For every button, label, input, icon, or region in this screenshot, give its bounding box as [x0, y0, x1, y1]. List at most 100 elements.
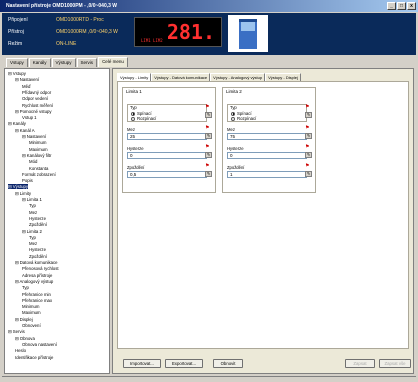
device-label: Přístroj — [8, 29, 24, 35]
write-button[interactable]: Zapsat — [345, 359, 375, 368]
tree-item[interactable]: ⊟ Limita 1 — [22, 197, 42, 202]
write-all-button[interactable]: Zapsat vše — [379, 359, 411, 368]
main-tab[interactable]: Vstupy — [6, 58, 28, 67]
tree-item[interactable]: Maximum — [22, 310, 41, 315]
tree-item[interactable]: ⊟ Pomocné vstupy — [15, 109, 52, 114]
tree-item[interactable]: ⊟ Vstupy — [8, 71, 26, 76]
tree-item[interactable]: Hysterze — [29, 216, 46, 221]
flag-icon: ⚑ — [305, 144, 310, 150]
tree-item[interactable]: Přehranice min — [22, 292, 51, 297]
device-image — [228, 15, 268, 52]
refresh-button[interactable]: Obnovit — [213, 359, 243, 368]
tree-item[interactable]: ⊟ Limity — [15, 191, 31, 196]
tree-item[interactable]: Zpoždění — [29, 222, 47, 227]
limit-input[interactable]: 75 — [227, 133, 307, 140]
edit-icon[interactable]: ✎ — [205, 171, 212, 177]
radio-breaking[interactable]: Rozpínací — [231, 116, 256, 121]
tree-item[interactable]: Měď — [22, 84, 31, 89]
type-box: Typ Spínací Rozpínací — [227, 104, 307, 122]
edit-icon[interactable]: ✎ — [305, 133, 312, 139]
tree-item[interactable]: Minimum — [29, 140, 46, 145]
tree-item[interactable]: Popis — [22, 178, 33, 183]
tree-item[interactable]: Typ — [22, 285, 29, 290]
tree-item[interactable]: ⊟ Kanál A — [15, 128, 35, 133]
main-tabs: Vstupy Kanály Výstupy Servis Celé menu — [6, 57, 128, 67]
tree-item[interactable]: Minimum — [22, 304, 39, 309]
tree-item[interactable]: ⊟ Displej — [15, 317, 33, 322]
delay-label: Zpoždění — [227, 165, 245, 170]
tree-item[interactable]: Formát zobrazení — [22, 172, 56, 177]
tree-item[interactable]: ⊟ Výstupy — [8, 184, 29, 190]
tree-item[interactable]: ⊟ Kanálový filtr — [22, 153, 51, 158]
tree-item[interactable]: Obnova nastavení — [22, 342, 57, 347]
menu-tree[interactable]: ⊟ Vstupy ⊟ Nastavení Měď Přídavný odpor Odpo… — [4, 68, 110, 374]
import-button[interactable]: Importovat... — [123, 359, 161, 368]
tree-item[interactable]: ⊟ Nastavení — [15, 77, 39, 82]
tree-item[interactable]: Hysterze — [29, 247, 46, 252]
tree-item[interactable]: Odpor vedení — [22, 96, 48, 101]
flag-icon: ⚑ — [305, 104, 310, 110]
tree-item[interactable]: ⊟ Nastavení — [22, 134, 46, 139]
main-tab[interactable]: Kanály — [28, 58, 51, 67]
tree-item[interactable]: Přehranice max — [22, 298, 52, 303]
limits-panel: Limita 1 Typ Spínací Rozpínací ⚑ ✎ Mez 2… — [117, 81, 409, 349]
edit-icon[interactable]: ✎ — [305, 171, 312, 177]
limit-label: Mez — [127, 127, 135, 132]
delay-input[interactable]: 0,5 — [127, 171, 207, 178]
close-button[interactable]: x — [407, 2, 416, 10]
maximize-button[interactable]: □ — [397, 2, 406, 10]
tree-item[interactable]: Typ — [29, 203, 36, 208]
tree-item[interactable]: Přenosová rychlost — [22, 266, 59, 271]
tree-item[interactable]: Vstup 1 — [22, 115, 37, 120]
radio-icon — [131, 116, 135, 121]
export-button[interactable]: Exportovat... — [165, 359, 203, 368]
edit-icon[interactable]: ✎ — [305, 112, 312, 118]
tree-item[interactable]: ⊟ Obnova — [15, 336, 35, 341]
flag-icon: ⚑ — [205, 125, 210, 131]
tree-item[interactable]: Obnovení — [22, 323, 41, 328]
edit-icon[interactable]: ✎ — [205, 112, 212, 118]
tree-item[interactable]: Maximum — [29, 147, 48, 152]
sub-tab[interactable]: Výstupy - Datová komunikace — [151, 73, 211, 81]
device-header: Připojení OMD1000RTD - Proc Přístroj OMD… — [2, 13, 416, 55]
tree-item[interactable]: Přídavný odpor — [22, 90, 51, 95]
tree-item[interactable]: ⊟ Analogový výstup — [15, 279, 53, 284]
connection-label: Připojení — [8, 17, 28, 23]
tree-item[interactable]: ⊟ Limita 2 — [22, 229, 42, 234]
tree-item[interactable]: ⊟ Datová komunikace — [15, 260, 58, 265]
hysteresis-input[interactable]: 0 — [227, 152, 307, 159]
tree-item[interactable]: Typ — [29, 235, 36, 240]
tree-item[interactable]: Identifikace přístroje — [15, 355, 53, 360]
main-tab[interactable]: Servis — [76, 58, 98, 67]
tree-item[interactable]: Adresa přístroje — [22, 273, 52, 278]
radio-label: Rozpínací — [237, 116, 257, 121]
limit-group: Limita 1 Typ Spínací Rozpínací ⚑ ✎ Mez 2… — [122, 87, 216, 193]
radio-breaking[interactable]: Rozpínací — [131, 116, 156, 121]
device-value: OMD1000RM ,0/0~040,3 W — [56, 29, 118, 35]
radio-icon — [231, 111, 235, 116]
delay-label: Zpoždění — [127, 165, 145, 170]
tree-item[interactable]: Mez — [29, 241, 37, 246]
minimize-button[interactable]: _ — [387, 2, 396, 10]
tree-item[interactable]: Mez — [29, 210, 37, 215]
radio-label: Rozpínací — [137, 116, 157, 121]
edit-icon[interactable]: ✎ — [205, 152, 212, 158]
tree-item[interactable]: Rychlost měření — [22, 103, 53, 108]
tree-item[interactable]: Zpoždění — [29, 254, 47, 259]
delay-input[interactable]: 1 — [227, 171, 307, 178]
limit-input[interactable]: 25 — [127, 133, 207, 140]
sub-tab[interactable]: Výstupy - Analogový výstup — [210, 73, 266, 81]
tree-item[interactable]: Heslo — [15, 348, 26, 353]
edit-icon[interactable]: ✎ — [305, 152, 312, 158]
hysteresis-input[interactable]: 0 — [127, 152, 207, 159]
tree-item[interactable]: ⊟ Kanály — [8, 121, 26, 126]
edit-icon[interactable]: ✎ — [205, 133, 212, 139]
main-tab[interactable]: Celé menu — [98, 57, 128, 67]
sub-tab[interactable]: Výstupy - Limity — [117, 73, 152, 81]
sub-tab[interactable]: Výstupy - Displej — [265, 73, 301, 81]
tree-item[interactable]: Mód — [29, 159, 37, 164]
tree-item[interactable]: Konstanta — [29, 166, 48, 171]
mode-label: Režim — [8, 41, 23, 47]
tree-item[interactable]: ⊟ Servis — [8, 329, 25, 334]
main-tab[interactable]: Výstupy — [51, 58, 76, 67]
